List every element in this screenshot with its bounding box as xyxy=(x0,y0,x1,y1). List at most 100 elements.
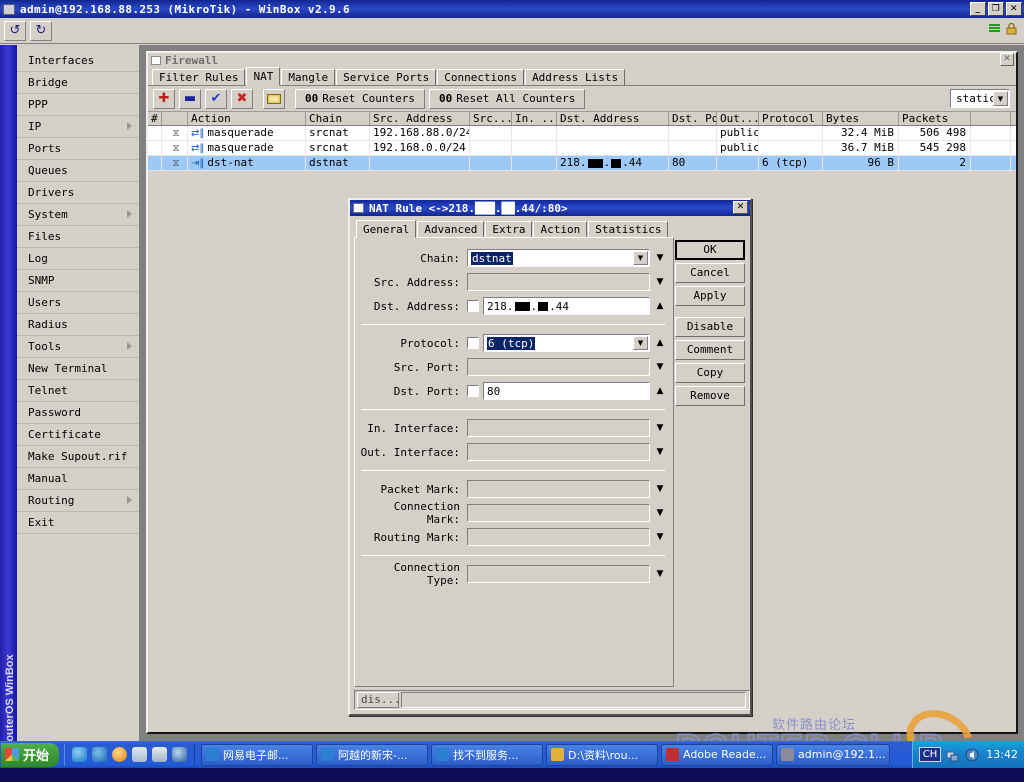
disable-button[interactable]: Disable xyxy=(675,317,745,337)
column-header[interactable]: Src... xyxy=(470,112,512,125)
spinner-up-icon[interactable]: ▲ xyxy=(653,386,667,396)
taskbar-task[interactable]: 找不到服务... xyxy=(431,743,544,766)
sidebar-item-routing[interactable]: Routing xyxy=(17,490,139,512)
column-header[interactable]: Bytes xyxy=(823,112,899,125)
nat-tab-advanced[interactable]: Advanced xyxy=(417,221,485,237)
field-input-protocol[interactable]: 6 (tcp) ▼ xyxy=(483,334,650,352)
internet-explorer-icon[interactable] xyxy=(72,747,88,762)
column-header[interactable]: Action xyxy=(188,112,306,125)
disable-rule-button[interactable]: ✖ xyxy=(231,88,253,109)
sidebar-item-system[interactable]: System xyxy=(17,204,139,226)
taskbar-task[interactable]: 网易电子邮... xyxy=(201,743,314,766)
column-header[interactable] xyxy=(162,112,188,125)
nat-tab-statistics[interactable]: Statistics xyxy=(588,221,669,237)
sidebar-item-certificate[interactable]: Certificate xyxy=(17,424,139,446)
taskbar-task[interactable]: Adobe Reade... xyxy=(661,743,774,766)
sidebar-item-tools[interactable]: Tools xyxy=(17,336,139,358)
tab-connections[interactable]: Connections xyxy=(437,69,525,85)
field-checkbox-protocol[interactable] xyxy=(467,337,479,349)
tab-address-lists[interactable]: Address Lists xyxy=(525,69,626,85)
rule-filter-select[interactable]: static ▼ xyxy=(950,89,1010,108)
sidebar-item-ports[interactable]: Ports xyxy=(17,138,139,160)
taskbar-task[interactable]: D:\资料\rou... xyxy=(546,743,659,766)
field-input-connection-type[interactable] xyxy=(467,565,650,583)
sidebar-item-ip[interactable]: IP xyxy=(17,116,139,138)
tab-nat[interactable]: NAT xyxy=(246,67,281,86)
comment-button[interactable] xyxy=(263,88,285,109)
tab-filter-rules[interactable]: Filter Rules xyxy=(152,69,246,85)
volume-icon[interactable] xyxy=(965,748,979,762)
spinner-up-icon[interactable]: ▲ xyxy=(653,338,667,348)
chevron-down-icon[interactable]: ▼ xyxy=(993,91,1008,106)
field-input-routing-mark[interactable] xyxy=(467,528,650,546)
redo-button[interactable]: ↻ xyxy=(30,20,52,41)
tab-service-ports[interactable]: Service Ports xyxy=(336,69,437,85)
dropdown-arrow-icon[interactable]: ▼ xyxy=(653,508,667,518)
column-header[interactable]: Dst. Port xyxy=(669,112,717,125)
column-header[interactable]: Dst. Address xyxy=(557,112,669,125)
reset-all-counters-button[interactable]: 00 Reset All Counters xyxy=(428,88,586,109)
table-row[interactable]: ⧖ ⇄‖ masquerade srcnat 192.168.88.0/24 public… xyxy=(148,126,1016,141)
column-header[interactable]: Src. Address xyxy=(370,112,470,125)
field-input-out-interface[interactable] xyxy=(467,443,650,461)
ok-button[interactable]: OK xyxy=(675,240,745,260)
column-header[interactable]: Chain xyxy=(306,112,370,125)
maximize-button[interactable]: ❐ xyxy=(988,2,1004,16)
dropdown-arrow-icon[interactable]: ▼ xyxy=(653,484,667,494)
outlook-icon[interactable] xyxy=(172,747,188,762)
cancel-button[interactable]: Cancel xyxy=(675,263,745,283)
field-input-src-address[interactable] xyxy=(467,273,650,291)
nat-tab-general[interactable]: General xyxy=(356,220,417,238)
network-icon[interactable] xyxy=(946,748,960,762)
close-button[interactable]: ✕ xyxy=(1006,2,1022,16)
dropdown-arrow-icon[interactable]: ▼ xyxy=(653,277,667,287)
column-header[interactable]: # xyxy=(148,112,162,125)
sidebar-item-interfaces[interactable]: Interfaces xyxy=(17,50,139,72)
firefox-icon[interactable] xyxy=(112,747,128,762)
sidebar-item-users[interactable]: Users xyxy=(17,292,139,314)
remove-rule-button[interactable]: ▬ xyxy=(179,88,201,109)
dropdown-arrow-icon[interactable]: ▼ xyxy=(653,253,667,263)
show-desktop-icon[interactable] xyxy=(152,747,168,762)
start-button[interactable]: 开始 xyxy=(1,742,60,767)
column-header[interactable]: Packets xyxy=(899,112,971,125)
browser2-icon[interactable] xyxy=(92,747,108,762)
chevron-down-icon[interactable]: ▼ xyxy=(633,336,648,350)
field-checkbox-dst-port[interactable] xyxy=(467,385,479,397)
sidebar-item-new-terminal[interactable]: New Terminal xyxy=(17,358,139,380)
reset-counters-button[interactable]: 00 Reset Counters xyxy=(295,88,425,109)
sidebar-item-drivers[interactable]: Drivers xyxy=(17,182,139,204)
field-input-dst-port[interactable]: 80 xyxy=(483,382,650,400)
dropdown-arrow-icon[interactable]: ▼ xyxy=(653,447,667,457)
table-row[interactable]: ⧖ ⇥‖ dst-nat dstnat 218.. .44 80 6 (tcp) 96 B2 xyxy=(148,156,1016,171)
sidebar-item-make-supout-rif[interactable]: Make Supout.rif xyxy=(17,446,139,468)
sidebar-item-telnet[interactable]: Telnet xyxy=(17,380,139,402)
spinner-up-icon[interactable]: ▲ xyxy=(653,301,667,311)
nat-rule-dialog-close-button[interactable]: ✕ xyxy=(733,201,748,214)
firewall-close-button[interactable]: ✕ xyxy=(1000,53,1014,66)
nat-tab-action[interactable]: Action xyxy=(533,221,588,237)
sidebar-item-radius[interactable]: Radius xyxy=(17,314,139,336)
enable-rule-button[interactable]: ✔ xyxy=(205,88,227,109)
taskbar-task[interactable]: admin@192.1... xyxy=(776,743,891,766)
sidebar-item-manual[interactable]: Manual xyxy=(17,468,139,490)
field-input-in-interface[interactable] xyxy=(467,419,650,437)
sidebar-item-exit[interactable]: Exit xyxy=(17,512,139,534)
nat-tab-extra[interactable]: Extra xyxy=(485,221,533,237)
table-row[interactable]: ⧖ ⇄‖ masquerade srcnat 192.168.0.0/24 public 3… xyxy=(148,141,1016,156)
column-header[interactable] xyxy=(971,112,1011,125)
dropdown-arrow-icon[interactable]: ▼ xyxy=(653,423,667,433)
add-rule-button[interactable]: ✚ xyxy=(153,88,175,109)
dropdown-arrow-icon[interactable]: ▼ xyxy=(653,532,667,542)
column-header[interactable]: In. ... xyxy=(512,112,557,125)
ime-indicator[interactable]: CH xyxy=(918,747,942,762)
dropdown-arrow-icon[interactable]: ▼ xyxy=(653,569,667,579)
field-input-src-port[interactable] xyxy=(467,358,650,376)
chevron-down-icon[interactable]: ▼ xyxy=(633,251,648,265)
dropdown-arrow-icon[interactable]: ▼ xyxy=(653,362,667,372)
minimize-button[interactable]: _ xyxy=(970,2,986,16)
column-header[interactable]: Out.... xyxy=(717,112,759,125)
tab-mangle[interactable]: Mangle xyxy=(281,69,336,85)
field-input-dst-address[interactable]: 218.. .44 xyxy=(483,297,650,315)
sidebar-item-password[interactable]: Password xyxy=(17,402,139,424)
